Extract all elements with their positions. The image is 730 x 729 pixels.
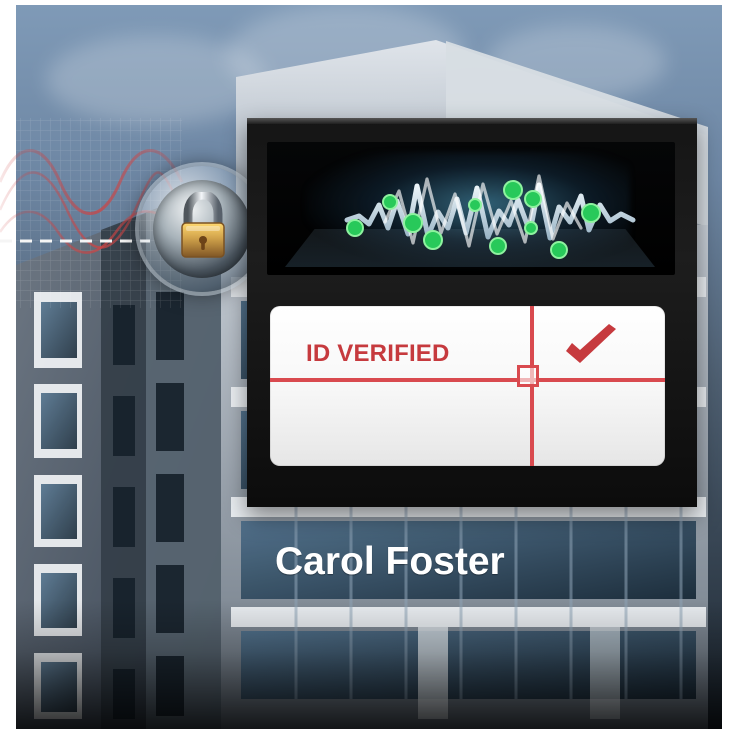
verification-status: ID VERIFIED xyxy=(306,340,450,367)
lock-badge-inner xyxy=(153,180,251,278)
padlock-icon xyxy=(181,192,225,258)
id-card: ID VERIFIED xyxy=(270,306,665,466)
panel-top-edge xyxy=(247,118,697,124)
verification-illustration: ID VERIFIED Carol Foster xyxy=(0,0,730,729)
crosshair-horizontal-line xyxy=(270,378,665,382)
waveform-icon xyxy=(344,174,636,259)
person-name: Carol Foster xyxy=(275,540,505,583)
bottom-shadow xyxy=(16,600,722,729)
crosshair-icon xyxy=(517,365,539,387)
checkmark-icon xyxy=(566,324,616,363)
voice-waveform-screen xyxy=(267,142,675,275)
